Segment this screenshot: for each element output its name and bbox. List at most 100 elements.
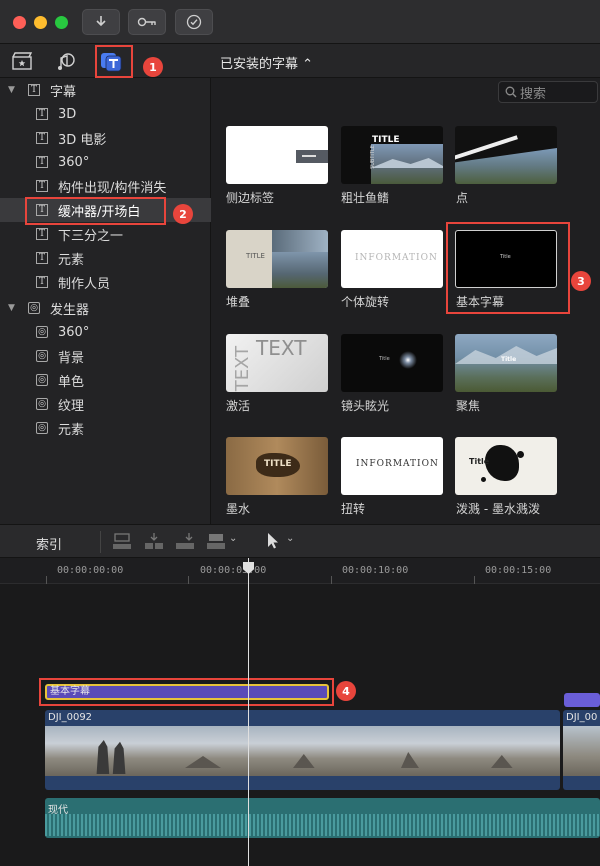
overwrite-clip-icon xyxy=(207,534,225,549)
tile-label: 个体旋转 xyxy=(341,295,390,309)
video-clip-dji-0092[interactable]: DJI_0092 xyxy=(45,710,560,790)
libraries-button[interactable] xyxy=(9,48,35,74)
insert-clip-icon xyxy=(145,533,163,549)
disclosure-triangle-icon[interactable]: ▼ xyxy=(8,303,15,313)
sidebar-item-label: 3D xyxy=(58,106,77,122)
timecode-label: 00:00:10:00 xyxy=(342,565,409,576)
sidebar-item-build-in-out[interactable]: T 构件出现/构件消失 xyxy=(0,174,211,198)
append-clip-icon xyxy=(176,533,194,549)
thumb-bold-fin[interactable]: TITLE SUBTITLE xyxy=(341,126,443,184)
tile-label: 墨水 xyxy=(226,502,251,516)
sidebar-item-label: 元素 xyxy=(58,422,85,438)
import-button[interactable] xyxy=(82,9,120,35)
tile-label: 点 xyxy=(456,191,469,205)
thumb-title-text: TITLE xyxy=(246,252,265,260)
edit-options-chevron-icon[interactable]: ⌄ xyxy=(229,533,237,544)
thumb-ink[interactable]: TITLE xyxy=(226,437,328,495)
sidebar-item-elements[interactable]: T 元素 xyxy=(0,246,211,270)
generator-icon: ◎ xyxy=(36,350,48,362)
sidebar-item-label: 360° xyxy=(58,154,90,170)
audio-clip-modern[interactable]: 现代 xyxy=(45,798,600,838)
title-t-icon: T xyxy=(36,252,48,264)
index-button[interactable]: 索引 xyxy=(36,534,62,553)
sidebar-group-generators[interactable]: ▼ ◎ 发生器 xyxy=(0,296,211,320)
insert-clip-button[interactable] xyxy=(144,532,164,550)
thumb-title-text: TITLE xyxy=(264,459,292,469)
sidebar-item-label: 360° xyxy=(58,324,90,340)
titles-sidebar: ▼ T 字幕 T 3D T 3D 电影 T 360° T 构件出现/构件消失 T 缓冲器/… xyxy=(0,78,211,524)
sidebar-item-lower-thirds[interactable]: T 下三分之一 xyxy=(0,222,211,246)
thumb-activate[interactable]: TEXT TEXT xyxy=(226,334,328,392)
connect-clip-icon xyxy=(113,533,131,549)
sidebar-item-label: 制作人员 xyxy=(58,276,111,292)
thumb-information-text: INFORMATION xyxy=(355,253,438,263)
thumb-title-small-text: Title xyxy=(469,457,490,466)
title-clip-secondary[interactable] xyxy=(564,693,600,707)
sidebar-group-titles[interactable]: ▼ T 字幕 xyxy=(0,78,211,102)
thumb-individual-spin[interactable]: INFORMATION xyxy=(341,230,443,288)
close-window-button[interactable] xyxy=(13,16,26,29)
sidebar-item-label: 下三分之一 xyxy=(58,228,124,244)
thumb-side-label[interactable] xyxy=(226,126,328,184)
title-t-icon: T xyxy=(36,276,48,288)
title-t-icon: T xyxy=(28,84,40,96)
title-t-icon: T xyxy=(36,108,48,120)
generator-icon: ◎ xyxy=(36,374,48,386)
background-tasks-button[interactable] xyxy=(175,9,213,35)
thumb-point[interactable] xyxy=(455,126,557,184)
sidebar-item-solids[interactable]: ◎ 单色 xyxy=(0,368,211,392)
thumb-lens-flare[interactable]: Title xyxy=(341,334,443,392)
video-clip-dji-00[interactable]: DJI_00 xyxy=(563,710,600,790)
annotation-4: 4 xyxy=(336,681,356,701)
thumb-twist[interactable]: INFORMATION xyxy=(341,437,443,495)
keywords-button[interactable] xyxy=(128,9,166,35)
photos-audio-button[interactable] xyxy=(54,48,80,74)
timeline-toolbar: 索引 ⌄ ⌄ xyxy=(0,524,600,558)
zoom-window-button[interactable] xyxy=(55,16,68,29)
thumb-ink-splash[interactable]: Title xyxy=(455,437,557,495)
title-t-icon: T xyxy=(36,228,48,240)
sidebar-item-textures[interactable]: ◎ 纹理 xyxy=(0,392,211,416)
select-tool-button[interactable] xyxy=(266,532,286,550)
highlight-bumper-opener xyxy=(25,197,166,225)
magnifier-icon xyxy=(505,86,517,98)
tool-chevron-icon[interactable]: ⌄ xyxy=(286,533,294,544)
playhead[interactable] xyxy=(248,558,249,866)
tile-label: 侧边标签 xyxy=(226,191,275,205)
camera-music-icon xyxy=(58,53,75,70)
thumb-focus[interactable]: Title xyxy=(455,334,557,392)
arrow-cursor-icon xyxy=(268,533,278,549)
sidebar-item-gen-360[interactable]: ◎ 360° xyxy=(0,320,211,344)
sidebar-item-3d-movie[interactable]: T 3D 电影 xyxy=(0,126,211,150)
thumb-stack[interactable]: TITLE xyxy=(226,230,328,288)
sidebar-item-backgrounds[interactable]: ◎ 背景 xyxy=(0,344,211,368)
highlight-basic-title xyxy=(446,222,570,314)
thumb-title-small-text: Title xyxy=(379,356,390,362)
search-field[interactable]: 搜索 xyxy=(498,81,598,103)
sidebar-item-gen-elements[interactable]: ◎ 元素 xyxy=(0,416,211,440)
download-arrow-icon xyxy=(96,16,106,27)
append-clip-button[interactable] xyxy=(175,532,195,550)
filmstrip xyxy=(563,726,600,776)
disclosure-triangle-icon[interactable]: ▼ xyxy=(8,85,15,95)
sidebar-item-label: 构件出现/构件消失 xyxy=(58,180,167,196)
overwrite-clip-button[interactable] xyxy=(206,532,226,550)
sidebar-group-label: 字幕 xyxy=(50,84,77,100)
sidebar-item-3d[interactable]: T 3D xyxy=(0,102,211,126)
sidebar-item-360[interactable]: T 360° xyxy=(0,150,211,174)
timeline-ruler[interactable]: 00:00:00:00 00:00:05:00 00:00:10:00 00:0… xyxy=(0,558,600,584)
sidebar-item-label: 纹理 xyxy=(58,398,85,414)
generator-icon: ◎ xyxy=(36,326,48,338)
minimize-window-button[interactable] xyxy=(34,16,47,29)
sidebar-group-label: 发生器 xyxy=(50,302,90,318)
audio-waveform xyxy=(45,814,600,836)
tile-label: 粗壮鱼鳍 xyxy=(341,191,390,205)
sidebar-item-credits[interactable]: T 制作人员 xyxy=(0,270,211,294)
connect-clip-button[interactable] xyxy=(112,532,132,550)
installed-titles-dropdown[interactable]: 已安装的字幕 ⌃ xyxy=(220,53,313,72)
clip-name: DJI_00 xyxy=(566,712,598,723)
generator-icon: ◎ xyxy=(36,422,48,434)
checkmark-circle-icon xyxy=(186,14,202,30)
annotation-1: 1 xyxy=(143,57,163,77)
tile-label: 扭转 xyxy=(341,502,366,516)
